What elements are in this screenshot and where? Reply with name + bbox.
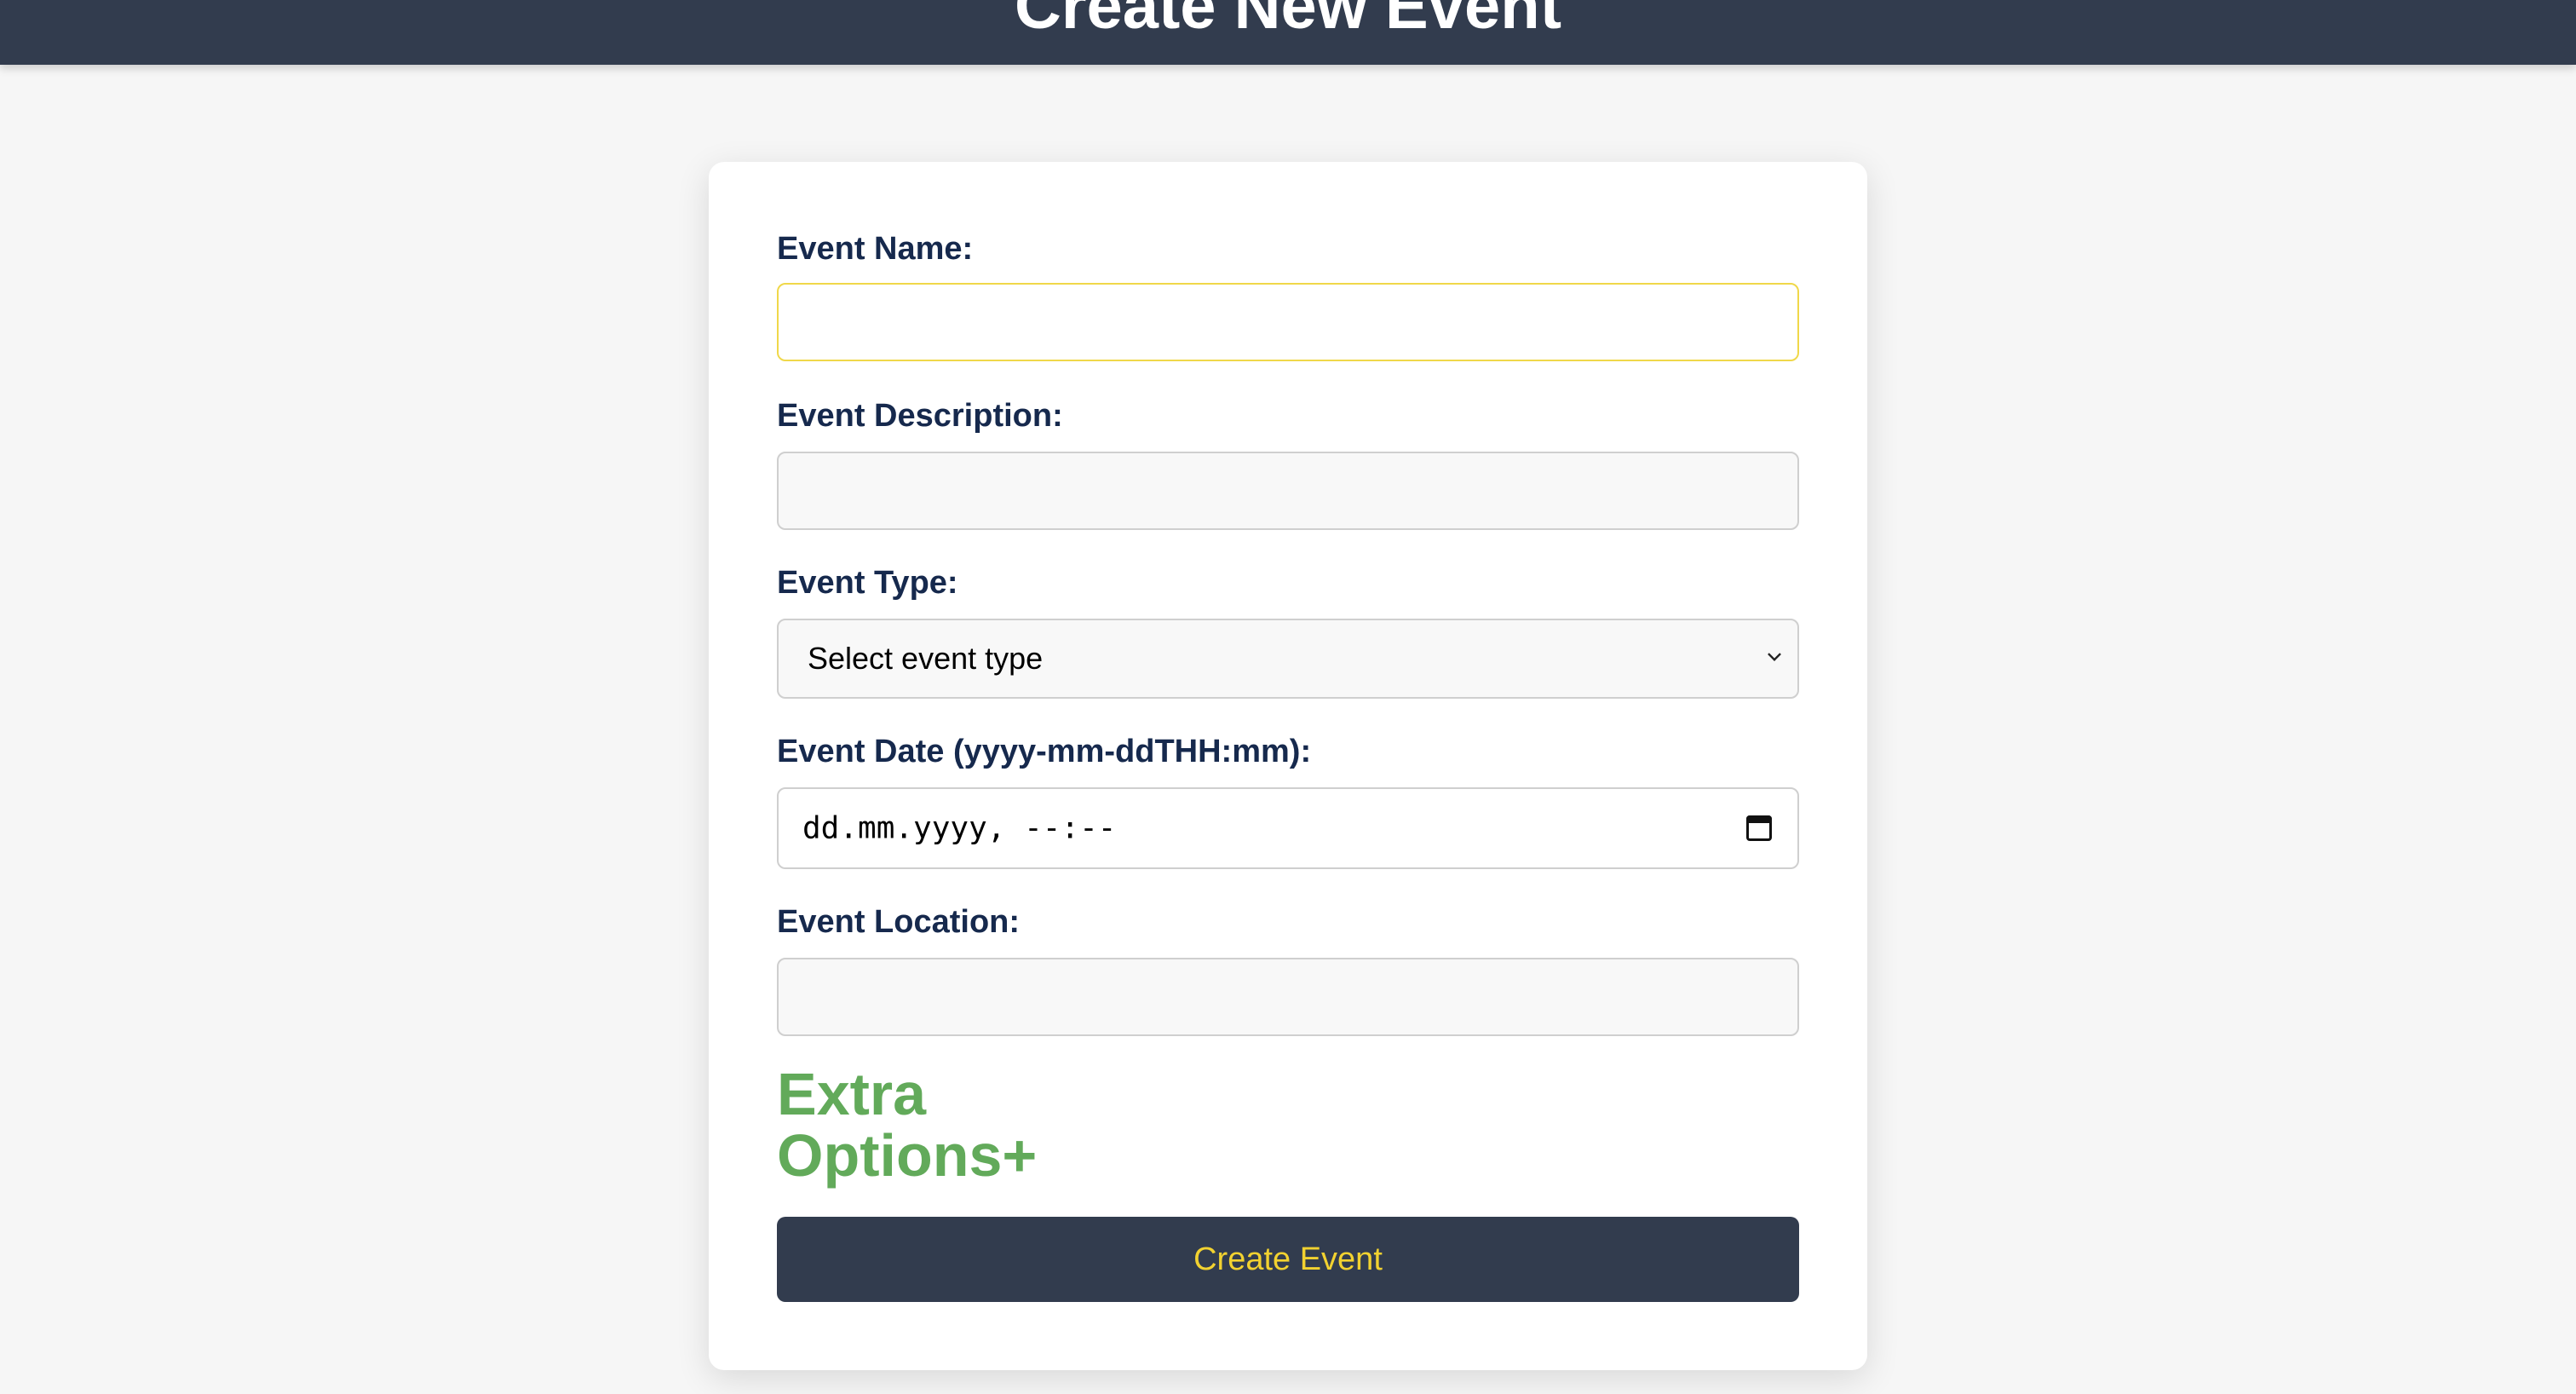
event-type-selected: Select event type [808, 641, 1044, 676]
event-name-input[interactable] [777, 283, 1799, 361]
event-description-input[interactable] [777, 452, 1799, 530]
event-form-card: Event Name: Event Description: Event Typ… [709, 162, 1867, 1370]
event-location-label: Event Location: [777, 904, 1021, 940]
chevron-down-icon [1768, 648, 1781, 661]
event-type-label: Event Type: [777, 565, 958, 601]
event-location-input[interactable] [777, 958, 1799, 1036]
event-date-input[interactable]: dd.mm.yyyy, --:-- [777, 787, 1799, 869]
event-date-label: Event Date (yyyy-mm-ddTHH:mm): [777, 734, 1312, 769]
create-event-button[interactable]: Create Event [777, 1217, 1799, 1302]
event-description-label: Event Description: [777, 398, 1063, 434]
page-title: Create New Event [1014, 0, 1562, 43]
event-date-value: dd.mm.yyyy, --:-- [802, 810, 1117, 846]
event-name-label: Event Name: [777, 231, 974, 267]
calendar-icon[interactable] [1746, 815, 1772, 841]
event-type-select[interactable]: Select event type [777, 619, 1799, 699]
extra-options-toggle[interactable]: Extra Options+ [777, 1063, 1118, 1186]
page-header: Create New Event [0, 0, 2576, 65]
